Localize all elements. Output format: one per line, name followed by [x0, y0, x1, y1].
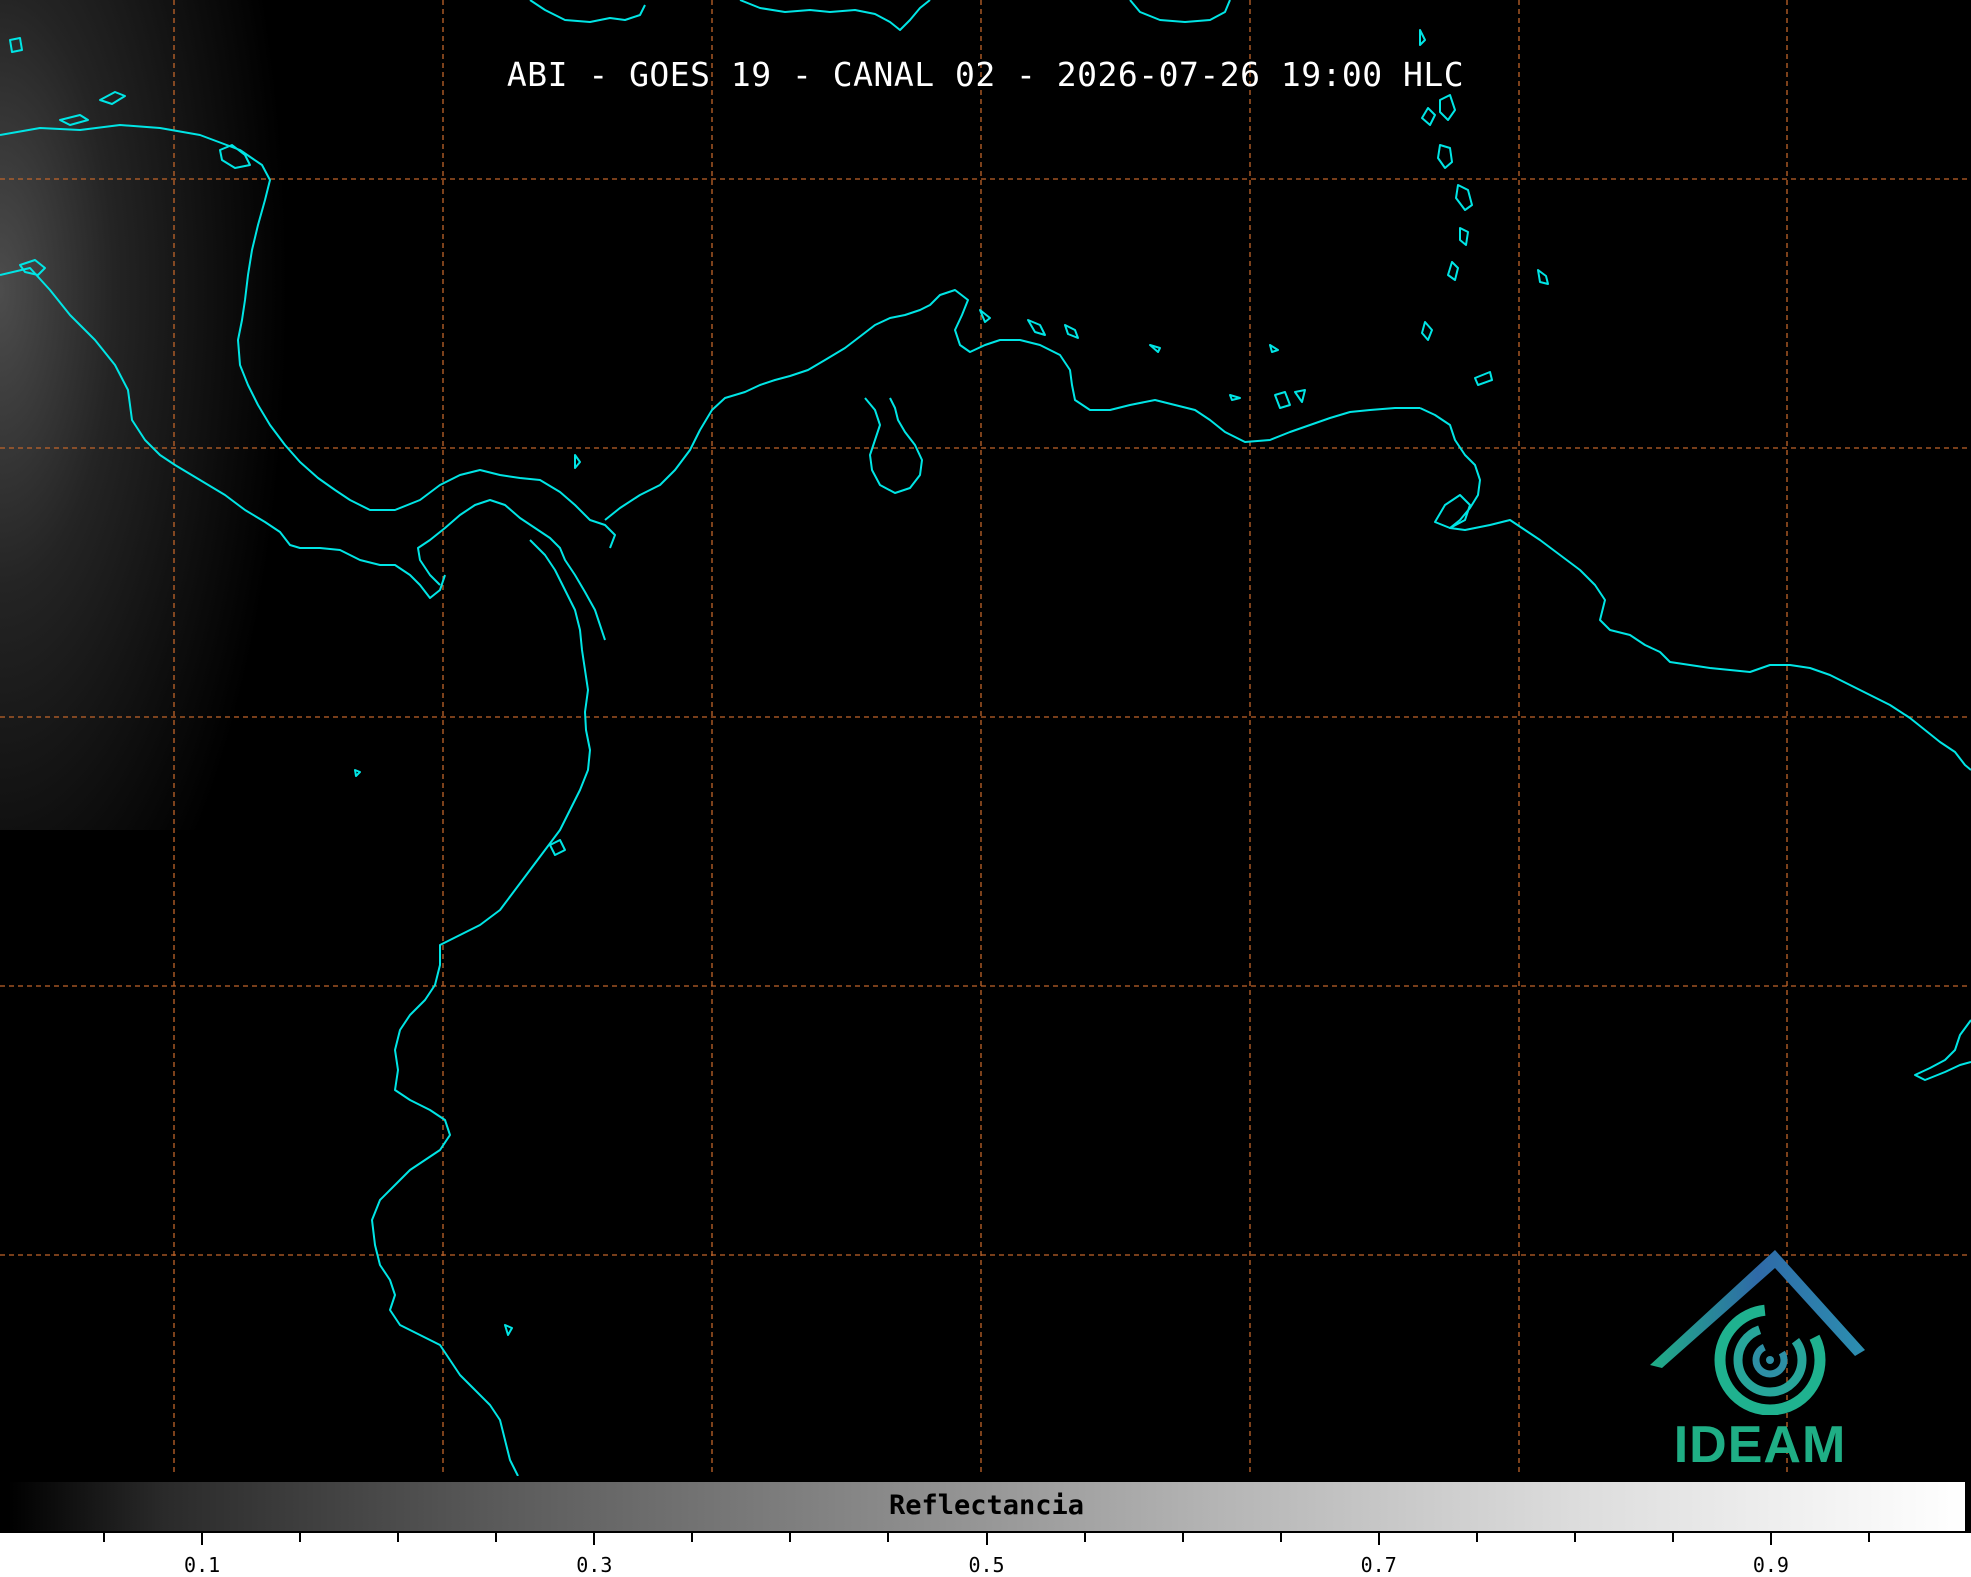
island — [1459, 227, 1469, 246]
colorbar-minor-tick — [397, 1533, 400, 1542]
island — [504, 1324, 513, 1336]
coastline-guyana-fragment — [1914, 1019, 1971, 1081]
island — [1437, 144, 1453, 169]
satellite-map: ABI - GOES 19 - CANAL 02 - 2026-07-26 19… — [0, 0, 1971, 1476]
island — [1421, 321, 1433, 341]
ideam-emblem-icon — [1650, 1250, 1865, 1415]
coastline-venezuela — [1419, 407, 1971, 771]
island — [1421, 107, 1436, 126]
colorbar-tick-label: 0.3 — [576, 1553, 613, 1577]
colorbar-tick-label: 0.7 — [1360, 1553, 1397, 1577]
colorbar-minor-tick — [789, 1533, 792, 1542]
island — [1064, 324, 1079, 339]
island — [979, 309, 991, 323]
colorbar: Reflectancia — [6, 1480, 1967, 1533]
swirl-center-icon — [1766, 1356, 1774, 1364]
colorbar-major-tick — [985, 1533, 988, 1545]
coastline-puerto-rico — [1129, 0, 1231, 23]
colorbar-label: Reflectancia — [888, 1490, 1085, 1521]
colorbar-major-tick — [201, 1533, 204, 1545]
colorbar-minor-tick — [887, 1533, 890, 1542]
map-title: ABI - GOES 19 - CANAL 02 - 2026-07-26 19… — [506, 55, 1465, 94]
coastline-guajira — [864, 397, 923, 494]
island — [1269, 344, 1279, 353]
colorbar-minor-tick — [1181, 1533, 1184, 1542]
island — [1455, 184, 1473, 211]
colorbar-minor-tick — [1083, 1533, 1086, 1542]
colorbar-tick-label: 0.9 — [1752, 1553, 1789, 1577]
island — [1149, 344, 1161, 353]
colorbar-minor-tick — [1475, 1533, 1478, 1542]
ideam-logo: IDEAM — [1640, 1250, 1880, 1474]
island — [1447, 261, 1459, 281]
coastline-colombia-caribbean — [604, 289, 1420, 521]
colorbar-minor-tick — [1867, 1533, 1870, 1542]
coastline-colombia-pacific — [371, 539, 591, 1476]
island — [1027, 319, 1046, 336]
colorbar-minor-tick — [1279, 1533, 1282, 1542]
island — [549, 839, 566, 856]
colorbar-minor-tick — [1671, 1533, 1674, 1542]
coastline-cuba — [529, 0, 646, 23]
colorbar-minor-tick — [299, 1533, 302, 1542]
island — [574, 454, 581, 469]
island — [1537, 269, 1549, 285]
logo-text: IDEAM — [1673, 1416, 1847, 1474]
colorbar-minor-tick — [103, 1533, 106, 1542]
island — [354, 769, 361, 777]
colorbar-major-tick — [1377, 1533, 1380, 1545]
colorbar-minor-tick — [1573, 1533, 1576, 1542]
island — [1229, 394, 1241, 401]
cloud-reflectance-area — [0, 0, 320, 830]
colorbar-axis: 0.1 0.3 0.5 0.7 0.9 — [0, 1533, 1971, 1577]
island — [1474, 371, 1493, 386]
colorbar-major-tick — [593, 1533, 596, 1545]
colorbar-tick-label: 0.1 — [184, 1553, 221, 1577]
colorbar-minor-tick — [495, 1533, 498, 1542]
island — [1294, 389, 1306, 403]
island — [1274, 391, 1291, 409]
colorbar-tick-label: 0.5 — [968, 1553, 1005, 1577]
island — [1439, 94, 1456, 121]
colorbar-minor-tick — [691, 1533, 694, 1542]
colorbar-major-tick — [1769, 1533, 1772, 1545]
island — [1419, 29, 1426, 46]
coastline-trinidad — [1434, 494, 1471, 529]
coastline-hispaniola — [739, 0, 931, 31]
